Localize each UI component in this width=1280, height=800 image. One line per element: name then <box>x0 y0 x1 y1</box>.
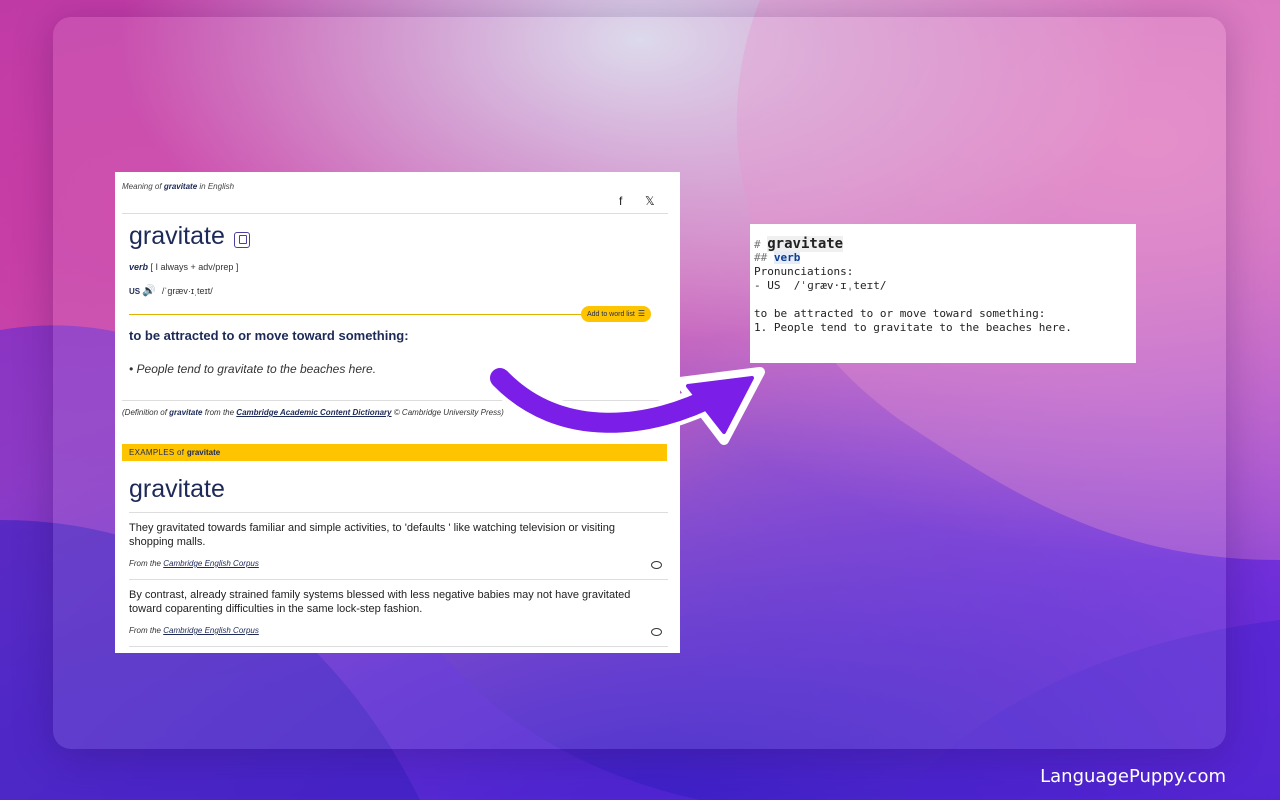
md-hash: ## <box>754 251 774 264</box>
meaning-prefix: Meaning of <box>122 182 164 191</box>
headword: gravitate <box>129 222 225 250</box>
definition-source: (Definition of gravitate from the Cambri… <box>122 408 504 417</box>
examples-header: EXAMPLES of gravitate <box>122 444 667 461</box>
corpus-from-label: From the <box>129 559 164 568</box>
x-icon[interactable]: 𝕏 <box>645 194 655 208</box>
source-dictionary-link[interactable]: Cambridge Academic Content Dictionary <box>236 408 391 417</box>
source-suffix: © Cambridge University Press) <box>391 408 504 417</box>
examples-label: EXAMPLES of <box>129 448 187 457</box>
corpus-source: From the Cambridge English Corpus <box>129 626 259 635</box>
source-mid: from the <box>202 408 237 417</box>
examples-word: gravitate <box>186 448 221 457</box>
grammar-label: [ I always + adv/prep ] <box>150 262 239 272</box>
facebook-icon[interactable]: f <box>619 194 622 208</box>
copy-icon[interactable] <box>234 232 250 248</box>
md-line-title: # gravitate <box>754 236 1136 252</box>
divider <box>129 579 668 580</box>
example-sentence: • People tend to gravitate to the beache… <box>129 362 377 376</box>
md-title-word: gravitate <box>767 236 844 252</box>
meaning-of-label: Meaning of gravitate in English <box>122 182 234 191</box>
pronunciation-text: /ˈɡræv·ɪˌteɪt/ <box>161 286 213 296</box>
pos-label: verb <box>129 262 149 272</box>
definition: to be attracted to or move toward someth… <box>129 328 409 343</box>
region-label: US <box>129 287 141 296</box>
speaker-icon[interactable]: 🔊 <box>142 285 156 297</box>
md-hash: # <box>754 238 768 251</box>
md-pos-word: verb <box>773 251 801 264</box>
dictionary-panel: Meaning of gravitate in English f 𝕏 grav… <box>115 172 680 653</box>
comment-icon[interactable] <box>651 628 662 636</box>
md-line-example: 1. People tend to gravitate to the beach… <box>754 321 1072 334</box>
add-to-word-list-button[interactable]: Add to word list ☰ <box>581 306 652 322</box>
md-line-blank <box>754 293 1136 307</box>
source-prefix: (Definition of <box>122 408 170 417</box>
corpus-link[interactable]: Cambridge English Corpus <box>163 626 259 635</box>
part-of-speech: verb [ I always + adv/prep ] <box>129 262 238 272</box>
list-icon: ☰ <box>637 309 646 318</box>
markdown-panel: # gravitate ## verb Pronunciations: - US… <box>750 224 1136 363</box>
meaning-suffix: in English <box>197 182 235 191</box>
divider <box>122 400 668 401</box>
meaning-word: gravitate <box>163 182 198 191</box>
corpus-source: From the Cambridge English Corpus <box>129 559 259 568</box>
md-line-definition: to be attracted to or move toward someth… <box>754 307 1046 320</box>
source-word: gravitate <box>169 408 203 417</box>
brand-watermark: LanguagePuppy.com <box>1040 766 1226 787</box>
md-line-pron-header: Pronunciations: <box>754 265 854 278</box>
divider <box>129 646 668 647</box>
comment-icon[interactable] <box>651 561 662 569</box>
divider <box>129 512 668 513</box>
md-line-pos: ## verb <box>754 251 1136 265</box>
corpus-example-text: By contrast, already strained family sys… <box>129 589 631 615</box>
md-line-pron: - US /ˈɡræv·ɪˌteɪt/ <box>754 279 887 292</box>
pronunciation-row: US 🔊 /ˈɡræv·ɪˌteɪt/ <box>129 284 213 297</box>
divider <box>122 213 668 214</box>
corpus-link[interactable]: Cambridge English Corpus <box>163 559 259 568</box>
gold-divider <box>129 314 599 315</box>
corpus-from-label: From the <box>129 626 164 635</box>
add-to-word-list-label: Add to word list <box>587 311 635 318</box>
examples-headword: gravitate <box>129 475 225 503</box>
corpus-example-text: They gravitated towards familiar and sim… <box>129 522 615 548</box>
